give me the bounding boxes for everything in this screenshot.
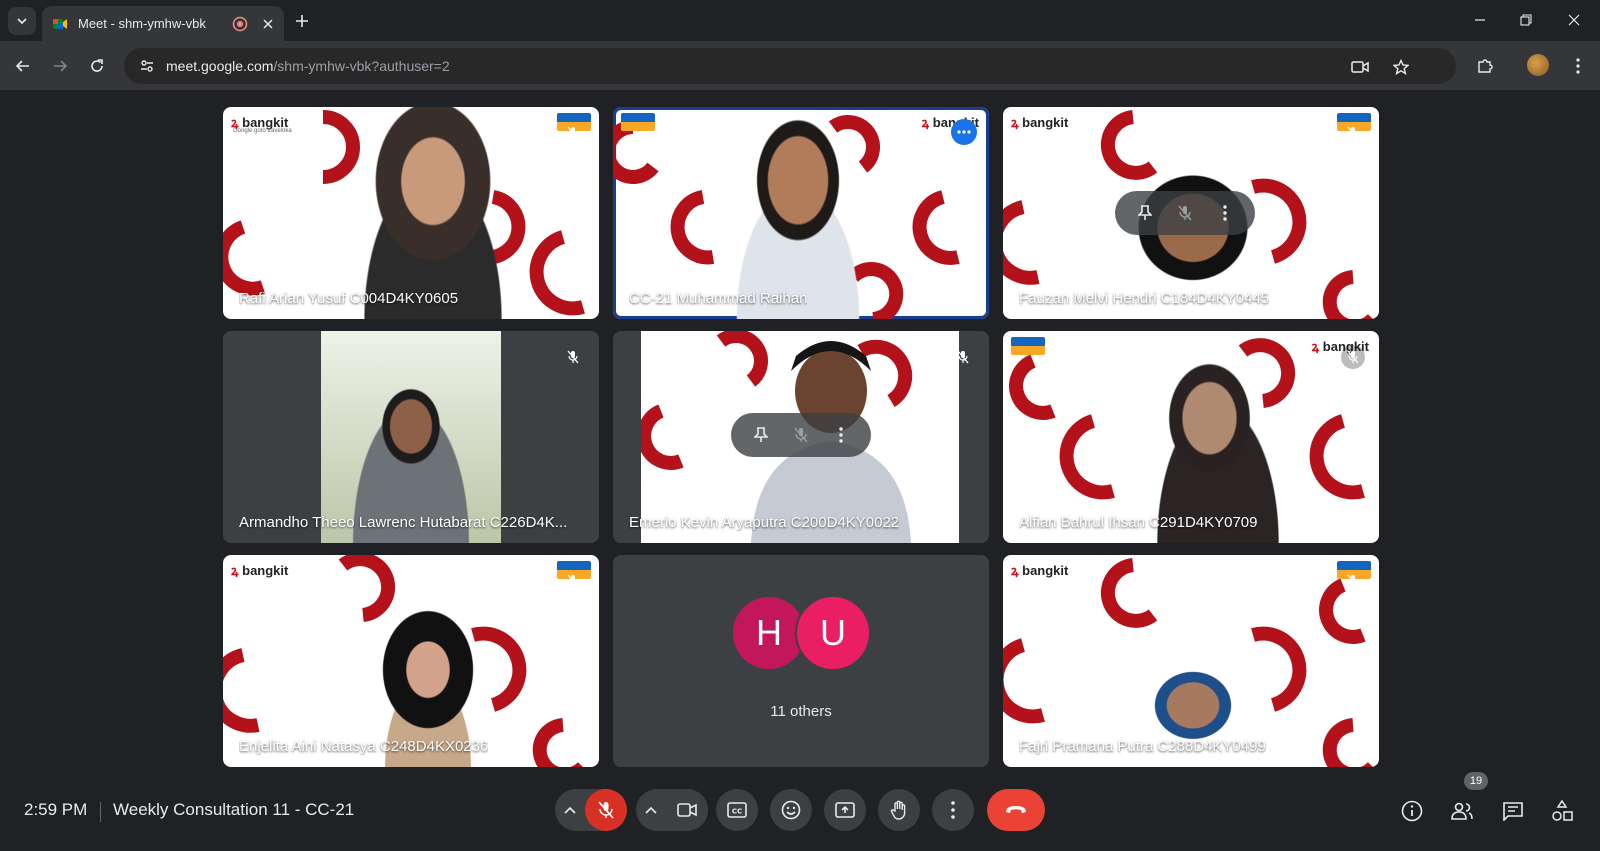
video-settings-chevron-up-icon[interactable]	[636, 789, 666, 831]
participant-name: CC-21 Muhammad Raihan	[629, 290, 808, 307]
participant-name: Fauzan Melvi Hendri C184D4KY0445	[1019, 290, 1270, 307]
divider	[100, 802, 101, 822]
tab-search-button[interactable]	[8, 7, 36, 35]
others-count-label: 11 others	[770, 703, 832, 720]
sponsor-logos: Google goto traveloka	[233, 128, 292, 134]
others-tile[interactable]: H U 11 others	[613, 555, 989, 767]
back-arrow-icon[interactable]	[10, 53, 36, 79]
audio-settings-chevron-up-icon[interactable]	[555, 789, 585, 831]
raise-hand-button[interactable]	[878, 789, 920, 831]
mic-off-icon	[561, 345, 585, 369]
mic-off-icon	[1341, 569, 1365, 593]
participant-tile[interactable]: Emerio Kevin Aryaputra C200D4KY0022	[613, 331, 989, 543]
reload-icon[interactable]	[84, 53, 110, 79]
extensions-puzzle-icon[interactable]	[1472, 53, 1498, 79]
participant-tile[interactable]: ꝝ bangkit Fajri Pramana Putra C288D4KY04…	[1003, 555, 1379, 767]
participant-count-badge: 19	[1464, 772, 1488, 790]
participant-tile[interactable]: ꝝ bangkit Alfian Bahrul Ihsan C291D4KY07…	[1003, 331, 1379, 543]
restore-window-icon[interactable]	[1512, 8, 1540, 32]
kampus-merdeka-logo	[1011, 337, 1045, 355]
close-window-icon[interactable]	[1560, 8, 1588, 32]
tab-title: Meet - shm-ymhw-vbk	[78, 16, 206, 31]
tile-hover-controls	[731, 413, 871, 457]
participant-name: Emerio Kevin Aryaputra C200D4KY0022	[629, 514, 900, 531]
present-screen-button[interactable]	[824, 789, 866, 831]
meeting-clock: 2:59 PM	[24, 800, 88, 819]
meeting-details-info-icon[interactable]	[1397, 796, 1427, 826]
chat-icon[interactable]	[1498, 796, 1528, 826]
mic-off-icon	[1341, 121, 1365, 145]
camera-control-group	[636, 789, 708, 831]
participant-name: Armandho Theeo Lawrenc Hutabarat C226D4K…	[239, 514, 568, 531]
participant-name: Enjelita Aini Natasya C248D4KX0236	[239, 738, 489, 755]
mute-participant-icon[interactable]	[786, 420, 816, 450]
close-tab-icon[interactable]	[260, 16, 276, 32]
mute-participant-icon[interactable]	[1170, 198, 1200, 228]
participant-name: Rafi Arian Yusuf C004D4KY0605	[239, 290, 459, 307]
activities-shapes-icon[interactable]	[1547, 796, 1577, 826]
address-bar[interactable]: meet.google.com/shm-ymhw-vbk?authuser=2	[124, 48, 1456, 84]
chrome-menu-kebab-icon[interactable]	[1565, 53, 1591, 79]
captions-button[interactable]: CC	[716, 789, 758, 831]
browser-toolbar: meet.google.com/shm-ymhw-vbk?authuser=2	[0, 41, 1600, 90]
browser-tab-bar: Meet - shm-ymhw-vbk	[0, 0, 1600, 41]
bangkit-logo: ꝝ bangkit	[1011, 563, 1069, 578]
new-tab-plus-icon[interactable]	[290, 9, 314, 33]
camera-button[interactable]	[666, 789, 708, 831]
participant-tile-active-speaker[interactable]: ꝝ bangkit CC-21 Muhammad Raihan	[613, 107, 989, 319]
mic-off-icon	[561, 569, 585, 593]
bangkit-logo: ꝝ bangkit	[231, 563, 289, 578]
google-meet-favicon-icon	[53, 18, 67, 29]
forward-arrow-icon[interactable]	[47, 53, 73, 79]
minimize-window-icon[interactable]	[1466, 8, 1494, 32]
browser-tab-meet[interactable]: Meet - shm-ymhw-vbk	[42, 6, 284, 41]
more-options-kebab-icon[interactable]	[826, 420, 856, 450]
recording-indicator-icon	[232, 16, 248, 31]
leave-call-button[interactable]	[987, 789, 1045, 831]
participant-avatar-u: U	[795, 595, 871, 671]
bangkit-logo: ꝝ bangkit	[1011, 115, 1069, 130]
svg-text:CC: CC	[732, 808, 742, 816]
mic-off-icon	[1341, 345, 1365, 369]
kampus-merdeka-logo	[621, 113, 655, 131]
participant-tile[interactable]: ꝝ bangkit Google goto traveloka Rafi Ari…	[223, 107, 599, 319]
microphone-control-group	[555, 789, 627, 831]
pin-icon[interactable]	[1130, 198, 1160, 228]
camera-in-use-icon[interactable]	[1350, 57, 1370, 77]
more-options-button[interactable]	[932, 789, 974, 831]
people-icon[interactable]	[1447, 796, 1477, 826]
participant-tile[interactable]: ꝝ bangkit Enjelita Aini Natasya C248D4KX…	[223, 555, 599, 767]
participant-video	[321, 331, 501, 543]
bookmark-star-icon[interactable]	[1391, 57, 1411, 77]
participant-video	[703, 115, 893, 319]
microphone-off-button[interactable]	[585, 789, 627, 831]
meet-control-bar: 2:59 PM Weekly Consultation 11 - CC-21 C…	[0, 772, 1600, 851]
meeting-title: Weekly Consultation 11 - CC-21	[113, 800, 355, 819]
tile-hover-controls	[1115, 191, 1255, 235]
participant-tile[interactable]: Armandho Theeo Lawrenc Hutabarat C226D4K…	[223, 331, 599, 543]
participant-grid: ꝝ bangkit Google goto traveloka Rafi Ari…	[223, 107, 1379, 768]
site-info-tune-icon[interactable]	[138, 57, 156, 75]
emoji-reactions-button[interactable]	[770, 789, 812, 831]
participant-name: Fajri Pramana Putra C288D4KY0499	[1019, 738, 1266, 755]
mic-off-icon	[951, 345, 975, 369]
mic-off-icon	[561, 121, 585, 145]
participant-name: Alfian Bahrul Ihsan C291D4KY0709	[1019, 514, 1258, 531]
participant-video	[333, 107, 533, 319]
more-options-kebab-icon[interactable]	[1210, 198, 1240, 228]
profile-avatar[interactable]	[1527, 54, 1549, 76]
participant-tile[interactable]: ꝝ bangkit Fauzan Melvi Hendri C184D4KY04…	[1003, 107, 1379, 319]
url-text: meet.google.com/shm-ymhw-vbk?authuser=2	[166, 58, 450, 74]
pin-icon[interactable]	[746, 420, 776, 450]
more-options-dots-icon[interactable]	[951, 119, 977, 145]
